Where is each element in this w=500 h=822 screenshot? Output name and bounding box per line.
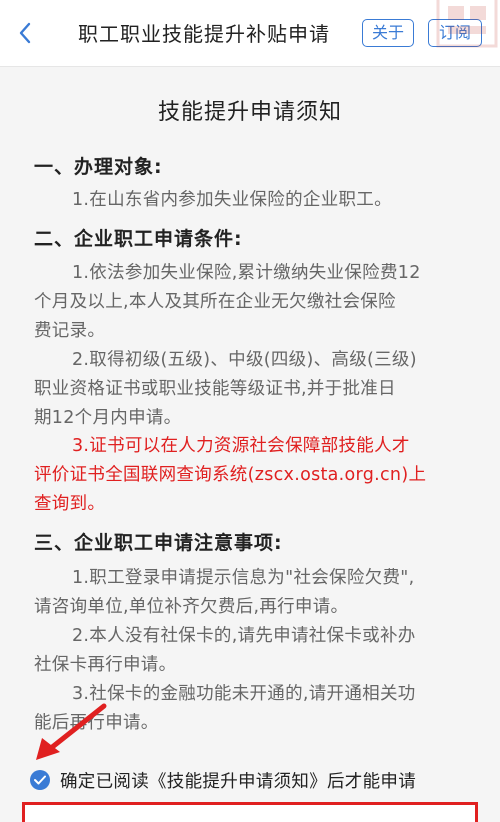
agreement-label: 确定已阅读《技能提升申请须知》后才能申请 bbox=[60, 771, 416, 792]
text-line: 1.依法参加失业保险,累计缴纳失业保险费12 bbox=[72, 263, 421, 283]
back-button[interactable] bbox=[10, 18, 40, 48]
subscribe-button[interactable]: 订阅 bbox=[428, 19, 482, 47]
note-item-1: 1.职工登录申请提示信息为"社会保险欠费", 请咨询单位,单位补齐欠费后,再行申… bbox=[34, 564, 466, 622]
section-heading-target: 一、办理对象: bbox=[34, 156, 163, 178]
section-heading-notes: 三、企业职工申请注意事项: bbox=[34, 532, 283, 554]
highlight-box bbox=[22, 802, 478, 822]
text-line: 查询到。 bbox=[34, 494, 106, 514]
text-line: 社保卡再行申请。 bbox=[34, 655, 177, 675]
chevron-left-icon bbox=[19, 22, 31, 44]
section-heading-conditions: 二、企业职工申请条件: bbox=[34, 228, 243, 250]
text-line: 个月及以上,本人及其所在企业无欠缴社会保险 bbox=[34, 292, 396, 312]
condition-item-3-highlight: 3.证书可以在人力资源社会保障部技能人才 评价证书全国联网查询系统(zscx.o… bbox=[34, 432, 466, 519]
section-target-text: 1.在山东省内参加失业保险的企业职工。 bbox=[34, 186, 466, 215]
note-item-2: 2.本人没有社保卡的,请先申请社保卡或补办 社保卡再行申请。 bbox=[34, 622, 466, 680]
text-line: 3.社保卡的金融功能未开通的,请开通相关功 bbox=[72, 684, 416, 704]
agreement-checkbox[interactable] bbox=[30, 770, 50, 790]
text-line: 费记录。 bbox=[34, 321, 106, 341]
text-line: 职业资格证书或职业技能等级证书,并于批准日 bbox=[34, 379, 396, 399]
checkmark-icon bbox=[34, 775, 46, 785]
text-line: 请咨询单位,单位补齐欠费后,再行申请。 bbox=[34, 597, 349, 617]
page-title: 职工职业技能提升补贴申请 bbox=[78, 22, 330, 46]
text-line: 2.取得初级(五级)、中级(四级)、高级(三级) bbox=[72, 350, 417, 370]
top-nav-bar: 职工职业技能提升补贴申请 关于 订阅 bbox=[0, 0, 500, 67]
text-line: 1.职工登录申请提示信息为"社会保险欠费", bbox=[72, 568, 415, 588]
condition-item-2: 2.取得初级(五级)、中级(四级)、高级(三级) 职业资格证书或职业技能等级证书… bbox=[34, 346, 466, 433]
notice-content: 技能提升申请须知 一、办理对象: 1.在山东省内参加失业保险的企业职工。 二、企… bbox=[0, 66, 500, 822]
notice-title: 技能提升申请须知 bbox=[157, 100, 342, 125]
condition-item-1: 1.依法参加失业保险,累计缴纳失业保险费12 个月及以上,本人及其所在企业无欠缴… bbox=[34, 259, 466, 346]
agreement-checkbox-row[interactable]: 确定已阅读《技能提升申请须知》后才能申请 bbox=[30, 766, 416, 794]
text-line: 能后再行申请。 bbox=[34, 713, 159, 733]
text-line: 评价证书全国联网查询系统(zscx.osta.org.cn)上 bbox=[34, 465, 427, 485]
text-line: 2.本人没有社保卡的,请先申请社保卡或补办 bbox=[72, 626, 416, 646]
text-line: 期12个月内申请。 bbox=[34, 408, 182, 428]
list-item: 1.在山东省内参加失业保险的企业职工。 bbox=[72, 190, 392, 210]
note-item-3: 3.社保卡的金融功能未开通的,请开通相关功 能后再行申请。 bbox=[34, 680, 466, 738]
about-button[interactable]: 关于 bbox=[362, 19, 414, 47]
text-line: 3.证书可以在人力资源社会保障部技能人才 bbox=[72, 436, 410, 456]
